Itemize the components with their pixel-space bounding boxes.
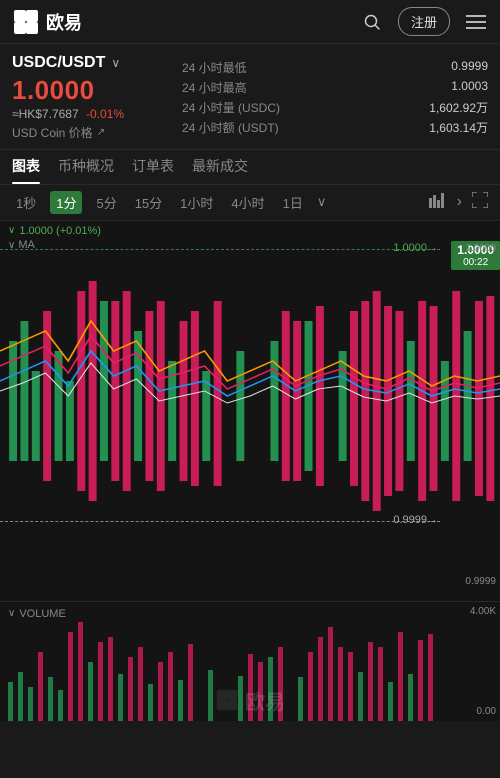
overlay-price-line: ∨ 1.0000 (+0.01%) <box>8 225 101 237</box>
chart-nav-button[interactable]: › <box>457 193 462 211</box>
vol-usdt-label: 24 小时额 (USDT) <box>182 119 421 136</box>
watermark: 欧易 <box>215 686 285 715</box>
interval-more-button[interactable]: ∨ <box>317 194 327 210</box>
high-label: 24 小时最高 <box>182 79 421 96</box>
vol-usdc-value: 1,602.92万 <box>429 99 488 116</box>
pair-dropdown-icon[interactable]: ∨ <box>111 56 120 70</box>
tab-order-book[interactable]: 订单表 <box>132 156 174 184</box>
chart-toolbar: › <box>429 192 488 213</box>
price-change: -0.01% <box>86 107 124 121</box>
chevron-down-icon-2: ∨ <box>8 240 15 251</box>
price-left: USDC/USDT ∨ 1.0000 ≈HK$7.7687 -0.01% USD… <box>12 54 172 141</box>
menu-button[interactable] <box>464 10 488 34</box>
chart-type-button[interactable] <box>429 192 447 213</box>
logo-area: 欧易 <box>12 8 82 36</box>
interval-4h[interactable]: 4小时 <box>227 191 268 214</box>
interval-row: 1秒 1分 5分 15分 1小时 4小时 1日 ∨ › <box>0 185 500 221</box>
vol-price-bottom: 0.00 <box>470 706 496 717</box>
tab-recent-trades[interactable]: 最新成交 <box>192 156 248 184</box>
chart-fullscreen-button[interactable] <box>472 192 488 213</box>
tab-chart[interactable]: 图表 <box>12 156 40 184</box>
volume-label: ∨ VOLUME <box>8 608 66 620</box>
price-stats: 24 小时最低 0.9999 24 小时最高 1.0003 24 小时量 (US… <box>182 54 488 141</box>
volume-section: ∨ VOLUME <box>0 601 500 721</box>
coin-label: USD Coin 价格 ↗ <box>12 124 172 141</box>
interval-1h[interactable]: 1小时 <box>176 191 217 214</box>
volume-right-labels: 4.00K 0.00 <box>470 602 496 721</box>
current-price: 1.0000 <box>12 76 172 105</box>
interval-15m[interactable]: 15分 <box>131 191 166 214</box>
tab-coin-overview[interactable]: 币种概况 <box>58 156 114 184</box>
search-button[interactable] <box>360 10 384 34</box>
tabs-row: 图表 币种概况 订单表 最新成交 <box>0 150 500 185</box>
chevron-down-icon: ∨ <box>8 225 15 236</box>
register-button[interactable]: 注册 <box>398 7 450 36</box>
vol-usdc-label: 24 小时量 (USDC) <box>182 99 421 116</box>
low-label: 24 小时最低 <box>182 59 421 76</box>
logo-icon <box>12 8 40 36</box>
interval-1d[interactable]: 1日 <box>279 191 307 214</box>
price-section: USDC/USDT ∨ 1.0000 ≈HK$7.7687 -0.01% USD… <box>0 44 500 150</box>
vol-usdt-value: 1,603.14万 <box>429 119 488 136</box>
overlay-price-value: 1.0000 (+0.01%) <box>19 225 101 237</box>
low-value: 0.9999 <box>429 59 488 76</box>
header: 欧易 注册 <box>0 0 500 44</box>
logo-text: 欧易 <box>46 9 82 35</box>
trading-pair: USDC/USDT <box>12 54 105 72</box>
external-link-icon[interactable]: ↗ <box>97 127 105 138</box>
chevron-down-icon-vol: ∨ <box>8 608 15 619</box>
header-right: 注册 <box>360 7 488 36</box>
chart-svg <box>0 221 500 601</box>
pair-row: USDC/USDT ∨ <box>12 54 172 72</box>
main-chart[interactable]: ∨ 1.0000 (+0.01%) ∨ MA 1.0000→ 0.9999→ 1… <box>0 221 500 601</box>
interval-1s[interactable]: 1秒 <box>12 191 40 214</box>
chart-overlay-info: ∨ 1.0000 (+0.01%) ∨ MA <box>8 225 101 251</box>
interval-5m[interactable]: 5分 <box>92 191 120 214</box>
volume-title: VOLUME <box>19 608 65 620</box>
interval-1m[interactable]: 1分 <box>50 191 82 214</box>
overlay-ma: ∨ MA <box>8 239 101 251</box>
high-value: 1.0003 <box>429 79 488 96</box>
watermark-text: 欧易 <box>245 686 285 715</box>
vol-price-top: 4.00K <box>470 606 496 617</box>
hk-price: ≈HK$7.7687 -0.01% <box>12 107 172 121</box>
